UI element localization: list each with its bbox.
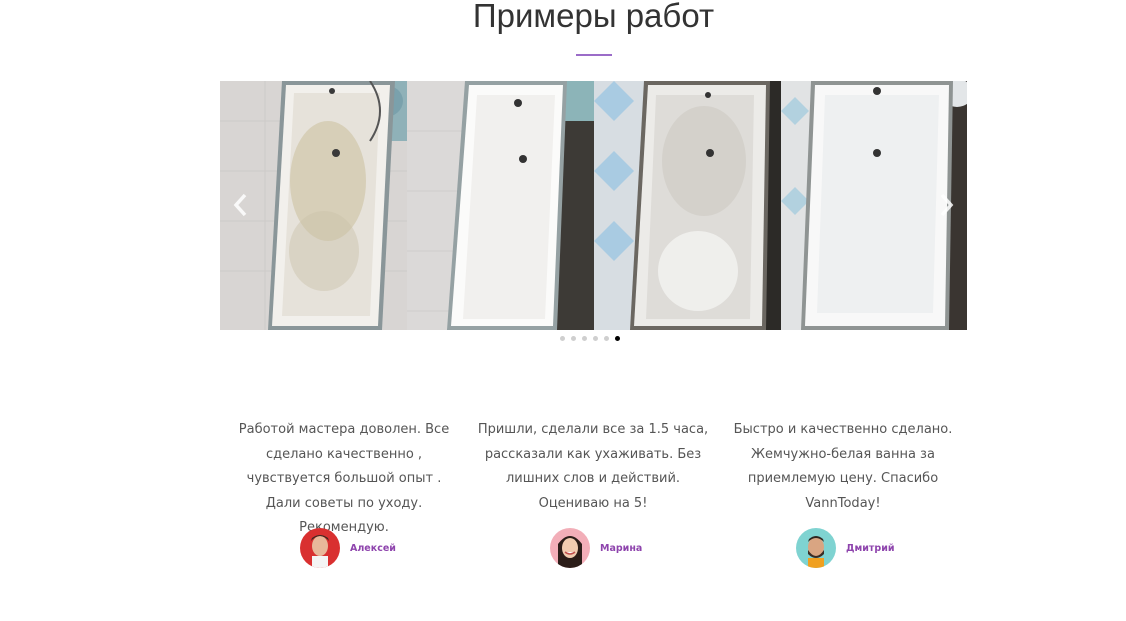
chevron-right-icon <box>940 193 954 217</box>
review-card-1: Работой мастера доволен. Все сделано кач… <box>228 418 460 541</box>
works-carousel[interactable] <box>220 81 967 330</box>
section-title: Примеры работ <box>472 0 715 34</box>
carousel-dot-5[interactable] <box>604 336 609 341</box>
carousel-pagination <box>560 336 620 342</box>
carousel-dot-1[interactable] <box>560 336 565 341</box>
slide-bathtub-before-2 <box>594 81 781 330</box>
avatar <box>796 528 836 568</box>
review-card-3: Быстро и качественно сделано. Жемчужно-б… <box>727 418 959 516</box>
avatar <box>300 528 340 568</box>
review-author-3: Дмитрий <box>796 528 895 568</box>
avatar <box>550 528 590 568</box>
author-name: Марина <box>600 542 643 554</box>
carousel-dot-2[interactable] <box>571 336 576 341</box>
review-card-2: Пришли, сделали все за 1.5 часа, рассказ… <box>477 418 709 516</box>
review-author-1: Алексей <box>300 528 396 568</box>
author-name: Алексей <box>350 542 396 554</box>
review-text: Пришли, сделали все за 1.5 часа, рассказ… <box>477 422 709 511</box>
title-underline <box>576 54 612 56</box>
carousel-next-button[interactable] <box>937 189 957 221</box>
review-author-2: Марина <box>550 528 642 568</box>
review-text: Работой мастера доволен. Все сделано кач… <box>238 422 450 535</box>
chevron-left-icon <box>233 193 247 217</box>
carousel-dot-3[interactable] <box>582 336 587 341</box>
review-text: Быстро и качественно сделано. Жемчужно-б… <box>733 422 953 511</box>
carousel-dot-6[interactable] <box>615 336 620 341</box>
author-name: Дмитрий <box>846 542 895 554</box>
carousel-prev-button[interactable] <box>230 189 250 221</box>
slide-bathtub-after-1 <box>407 81 594 330</box>
carousel-dot-4[interactable] <box>593 336 598 341</box>
